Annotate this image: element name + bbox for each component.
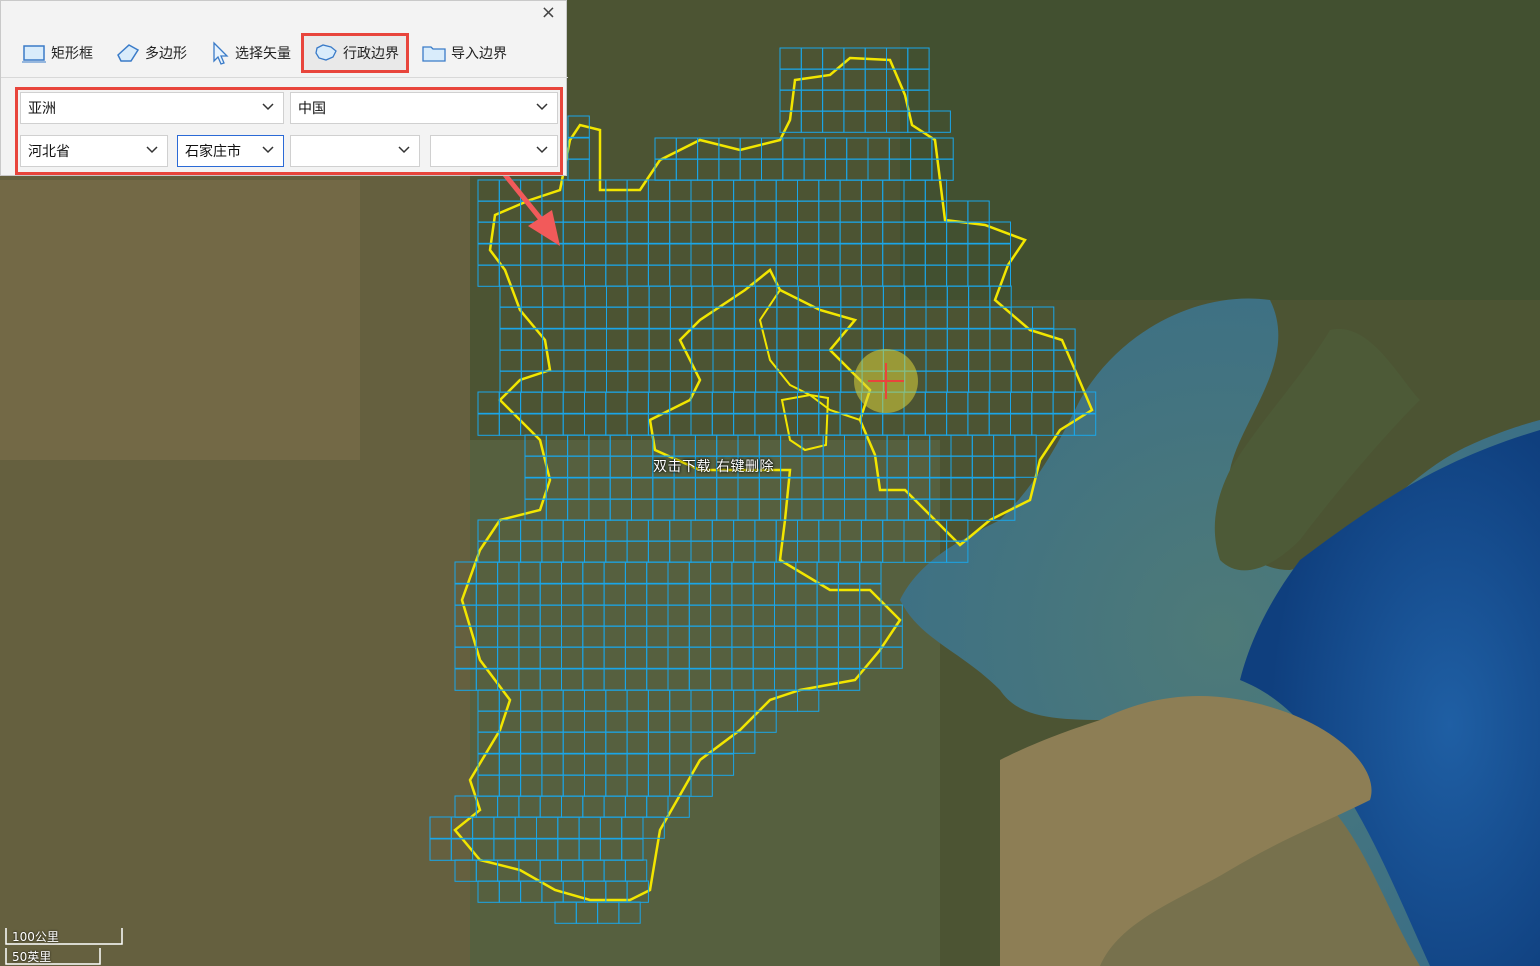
continent-select[interactable]: 亚洲	[20, 92, 284, 124]
import-boundary-label: 导入边界	[451, 46, 507, 62]
boundary-tool-panel: × 矩形框 多边形 选择矢量 行政边界 导入边界 亚洲 中国 河北省 石家庄市	[0, 0, 568, 176]
country-select[interactable]: 中国	[290, 92, 558, 124]
region-selector-group: 亚洲 中国 河北省 石家庄市	[15, 87, 563, 175]
chevron-down-icon	[398, 146, 410, 154]
close-button[interactable]: ×	[541, 4, 556, 22]
folder-icon	[422, 46, 446, 62]
admin-boundary-button[interactable]: 行政边界	[301, 33, 409, 73]
country-value: 中国	[298, 101, 326, 117]
rectangle-tool-button[interactable]: 矩形框	[9, 33, 103, 73]
province-value: 河北省	[28, 144, 70, 160]
select-vector-button[interactable]: 选择矢量	[197, 33, 301, 73]
chevron-down-icon	[262, 103, 274, 111]
chevron-down-icon	[536, 103, 548, 111]
scale-mile-label: 50英里	[12, 950, 52, 964]
cursor-icon	[213, 41, 229, 65]
county-select[interactable]	[290, 135, 420, 167]
polygon-tool-button[interactable]: 多边形	[103, 33, 197, 73]
chevron-down-icon	[536, 146, 548, 154]
scale-bar: 100公里 50英里	[4, 926, 128, 966]
toolbar: 矩形框 多边形 选择矢量 行政边界 导入边界	[9, 33, 517, 73]
chevron-down-icon	[146, 146, 158, 154]
crosshair-marker[interactable]	[854, 349, 918, 413]
province-select[interactable]: 河北省	[20, 135, 168, 167]
continent-value: 亚洲	[28, 101, 56, 117]
chevron-down-icon	[262, 146, 274, 154]
rectangle-icon	[22, 45, 46, 63]
import-boundary-button[interactable]: 导入边界	[409, 33, 517, 73]
city-select[interactable]: 石家庄市	[177, 135, 284, 167]
select-vector-label: 选择矢量	[235, 46, 291, 62]
scale-km-label: 100公里	[12, 930, 59, 944]
polygon-tool-label: 多边形	[145, 46, 187, 62]
city-value: 石家庄市	[185, 144, 241, 160]
town-select[interactable]	[430, 135, 558, 167]
polygon-icon	[117, 44, 140, 62]
rectangle-tool-label: 矩形框	[51, 46, 93, 62]
toolbar-divider	[1, 77, 568, 78]
region-map-icon	[315, 44, 337, 61]
map-hint-text: 双击下载 右键删除	[653, 459, 774, 475]
admin-boundary-label: 行政边界	[343, 46, 399, 62]
